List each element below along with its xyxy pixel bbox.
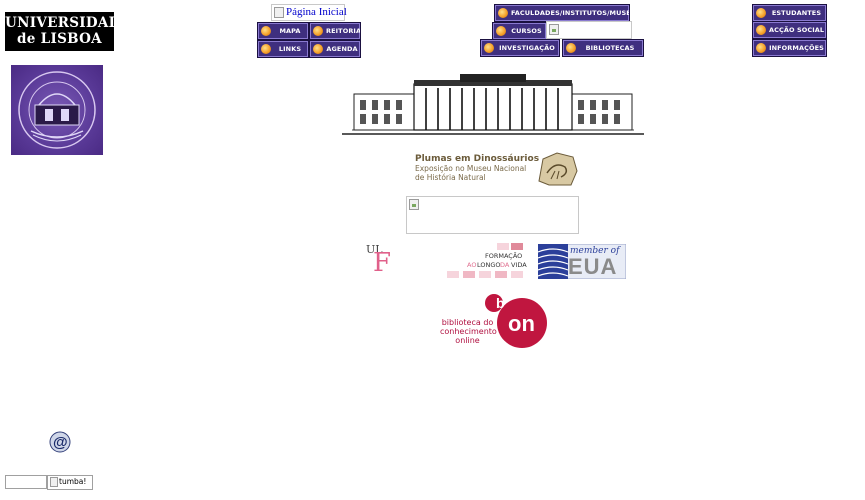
orange-bullet-icon <box>756 43 766 53</box>
logo-square <box>447 271 459 278</box>
eua-member-logo[interactable]: member of EUA <box>537 243 627 280</box>
b-on-line2: conhecimento <box>440 327 497 336</box>
nav-button-links[interactable]: LINKS <box>257 40 309 58</box>
lifelong-learning-line1: FORMAÇÃO <box>485 252 523 260</box>
nav-button-label: FACULDADES/INSTITUTOS/MUSEUS <box>511 9 630 17</box>
nav-button-mapa[interactable]: MAPA <box>257 22 309 40</box>
broken-image-icon <box>274 7 284 18</box>
b-on-logo[interactable]: b b-on on biblioteca do conhecimento onl… <box>440 293 550 351</box>
nav-button-label: REITORIA <box>326 27 361 35</box>
nav-button-label: BIBLIOTECAS <box>585 44 635 52</box>
nav-button-cursos[interactable]: CURSOS <box>492 22 547 40</box>
orange-bullet-icon <box>261 26 271 36</box>
lifelong-learning-logo[interactable]: FORMAÇÃO AO LONGO DA VIDA <box>445 243 527 279</box>
nav-button-label: ESTUDANTES <box>771 9 822 17</box>
orange-bullet-icon <box>496 26 506 36</box>
university-logo[interactable]: UNIVERSIDADE de LISBOA <box>5 12 132 51</box>
ulf-logo-letter: F <box>373 248 392 278</box>
svg-text:on: on <box>508 311 535 336</box>
nav-button-bibliotecas[interactable]: BIBLIOTECAS <box>562 39 644 57</box>
building-icon <box>342 74 644 135</box>
orange-bullet-icon <box>484 43 494 53</box>
nav-button-estudantes[interactable]: ESTUDANTES <box>752 4 827 22</box>
orange-bullet-icon <box>498 8 508 18</box>
nav-button-reitoria[interactable]: REITORIA <box>309 22 361 40</box>
broken-image-icon <box>549 24 559 35</box>
b-on-line1: biblioteca do <box>441 318 494 327</box>
orange-bullet-icon <box>313 44 323 54</box>
nav-button-informacoes[interactable]: INFORMAÇÕES <box>752 39 827 57</box>
ulf-logo[interactable]: UL F <box>365 243 393 279</box>
broken-image-placeholder <box>546 21 632 39</box>
broken-image-icon <box>50 477 58 487</box>
seal-icon <box>18 71 96 149</box>
logo-square <box>511 243 523 250</box>
lifelong-learning-word-da: DA <box>500 261 510 269</box>
svg-text:@: @ <box>53 434 68 451</box>
lifelong-learning-word-vida: VIDA <box>511 261 527 269</box>
at-sign-icon: @ <box>49 431 71 453</box>
nav-button-label: MAPA <box>279 27 301 35</box>
nav-button-label: ACÇÃO SOCIAL <box>769 26 825 34</box>
nav-button-accao-social[interactable]: ACÇÃO SOCIAL <box>752 21 827 39</box>
logo-square <box>463 271 475 278</box>
university-logo-line2: de LISBOA <box>17 31 102 47</box>
university-seal-image[interactable] <box>11 65 103 155</box>
fossil-icon <box>538 152 578 186</box>
nav-button-label: LINKS <box>278 45 302 53</box>
logo-square <box>511 271 523 278</box>
svg-text:b: b <box>496 295 505 311</box>
nav-button-label: CURSOS <box>511 27 542 35</box>
nav-button-agenda[interactable]: AGENDA <box>309 40 361 58</box>
logo-square <box>479 271 491 278</box>
orange-bullet-icon <box>313 26 323 36</box>
broken-banner-image[interactable] <box>406 196 579 234</box>
lifelong-learning-word-ao: AO <box>467 261 477 269</box>
orange-bullet-icon <box>261 44 271 54</box>
broken-image-icon <box>409 199 419 210</box>
search-input[interactable] <box>5 475 47 489</box>
logo-square <box>497 243 509 250</box>
orange-bullet-icon <box>756 25 766 35</box>
tumba-search-button[interactable]: tumba! <box>47 475 93 490</box>
rectorate-building-image <box>342 72 644 136</box>
orange-bullet-icon <box>756 8 766 18</box>
nav-button-investigacao[interactable]: INVESTIGAÇÃO <box>480 39 560 57</box>
eua-name-text: EUA <box>568 254 618 279</box>
nav-button-faculdades[interactable]: FACULDADES/INSTITUTOS/MUSEUS <box>494 4 630 22</box>
email-icon[interactable]: @ <box>49 430 71 454</box>
exhibition-subtitle: Exposição no Museu Nacional de História … <box>415 164 526 182</box>
nav-button-label: INVESTIGAÇÃO <box>499 44 555 52</box>
home-link[interactable]: Página Inicial <box>271 4 347 21</box>
logo-square <box>495 271 507 278</box>
b-on-line3: online <box>455 336 480 345</box>
tumba-button-alt-text: tumba! <box>59 477 87 486</box>
exhibition-banner[interactable]: Plumas em Dinossáurios Exposição no Muse… <box>407 150 579 188</box>
university-logo-line1: UNIVERSIDADE <box>5 15 132 31</box>
nav-button-label: INFORMAÇÕES <box>769 44 824 52</box>
exhibition-subtitle-line2: de História Natural <box>415 172 486 182</box>
lifelong-learning-word-longo: LONGO <box>477 261 501 269</box>
orange-bullet-icon <box>566 43 576 53</box>
nav-button-label: AGENDA <box>326 45 358 53</box>
exhibition-title: Plumas em Dinossáurios <box>415 154 540 164</box>
home-link-label: Página Inicial <box>286 6 347 18</box>
